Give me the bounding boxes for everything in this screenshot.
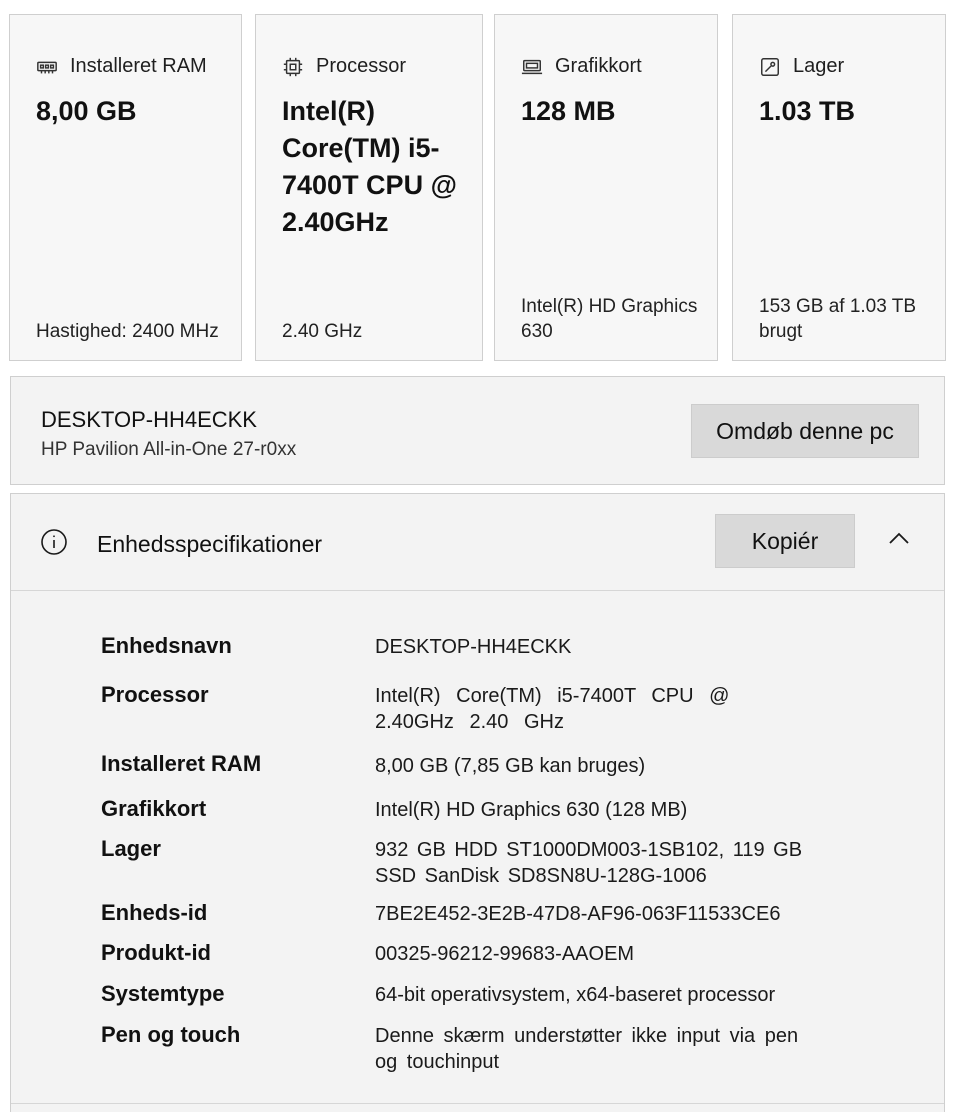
storage-card-label: Lager [793, 55, 845, 77]
graphics-card-value: 128 MB [521, 96, 616, 126]
processor-icon [282, 56, 304, 78]
storage-icon [759, 56, 781, 78]
storage-card-value: 1.03 TB [759, 96, 856, 126]
device-specifications-header[interactable]: Enhedsspecifikationer Kopiér [11, 494, 944, 591]
spec-label-system-type: Systemtype [101, 981, 225, 1006]
spec-label-device-id: Enheds-id [101, 900, 208, 925]
spec-value-installed-ram: 8,00 GB (7,85 GB kan bruges) [375, 755, 646, 777]
spec-label-device-name: Enhedsnavn [101, 633, 232, 658]
spec-value-product-id: 00325-96212-99683-AAOEM [375, 943, 635, 965]
graphics-card-icon [521, 56, 543, 78]
ram-card: Installeret RAM 8,00 GB Hastighed: 2400 … [9, 14, 242, 361]
graphics-card-footer: Intel(R) HD Graphics 630 [521, 296, 698, 342]
processor-card-value: Intel(R) Core(TM) i5-7400T CPU @ 2.40GHz [282, 96, 457, 237]
spec-label-pen-touch: Pen og touch [101, 1022, 241, 1047]
processor-card: Processor Intel(R) Core(TM) i5-7400T CPU… [255, 14, 483, 361]
processor-card-header: Processor [282, 55, 406, 78]
spec-value-device-name: DESKTOP-HH4ECKK [375, 636, 572, 658]
spec-label-product-id: Produkt-id [101, 940, 211, 965]
spec-label-installed-ram: Installeret RAM [101, 751, 262, 776]
ram-icon [36, 56, 58, 78]
info-icon [40, 528, 68, 556]
copy-button[interactable]: Kopiér [715, 514, 855, 568]
device-name: DESKTOP-HH4ECKK [41, 407, 257, 432]
spec-value-storage: 932 GB HDD ST1000DM003-1SB102, 119 GB SS… [375, 839, 803, 887]
chevron-up-icon[interactable] [885, 524, 913, 552]
spec-label-graphics: Grafikkort [101, 796, 207, 821]
graphics-card-header: Grafikkort [521, 55, 642, 78]
graphics-card-label: Grafikkort [555, 55, 642, 77]
spec-value-system-type: 64-bit operativsystem, x64-baseret proce… [375, 984, 776, 1006]
device-specifications-title: Enhedsspecifikationer [97, 531, 323, 557]
processor-card-label: Processor [316, 55, 407, 77]
device-specifications-panel: Enhedsspecifikationer Kopiér Enhedsnavn … [10, 493, 945, 1112]
spec-value-device-id: 7BE2E452-3E2B-47D8-AF96-063F11533CE6 [375, 903, 781, 925]
spec-label-storage: Lager [101, 836, 161, 861]
rename-pc-button[interactable]: Omdøb denne pc [691, 404, 919, 458]
graphics-card: Grafikkort 128 MB Intel(R) HD Graphics 6… [494, 14, 718, 361]
storage-card-footer: 153 GB af 1.03 TB brugt [759, 296, 917, 342]
ram-card-label: Installeret RAM [70, 55, 207, 77]
system-about-page: Installeret RAM 8,00 GB Hastighed: 2400 … [0, 0, 960, 1112]
processor-card-footer: 2.40 GHz [282, 321, 363, 342]
divider [11, 1103, 944, 1104]
device-name-panel: DESKTOP-HH4ECKK HP Pavilion All-in-One 2… [10, 376, 945, 485]
storage-card-header: Lager [759, 55, 844, 78]
spec-value-pen-touch: Denne skærm understøtter ikke input via … [375, 1025, 799, 1073]
spec-value-graphics: Intel(R) HD Graphics 630 (128 MB) [375, 799, 688, 821]
spec-label-processor: Processor [101, 682, 209, 707]
device-model: HP Pavilion All-in-One 27-r0xx [41, 439, 297, 460]
ram-card-value: 8,00 GB [36, 96, 137, 126]
spec-value-processor: Intel(R) Core(TM) i5-7400T CPU @ 2.40GHz… [375, 685, 730, 733]
ram-card-header: Installeret RAM [36, 55, 207, 78]
ram-card-footer: Hastighed: 2400 MHz [36, 321, 219, 342]
storage-card: Lager 1.03 TB 153 GB af 1.03 TB brugt [732, 14, 946, 361]
